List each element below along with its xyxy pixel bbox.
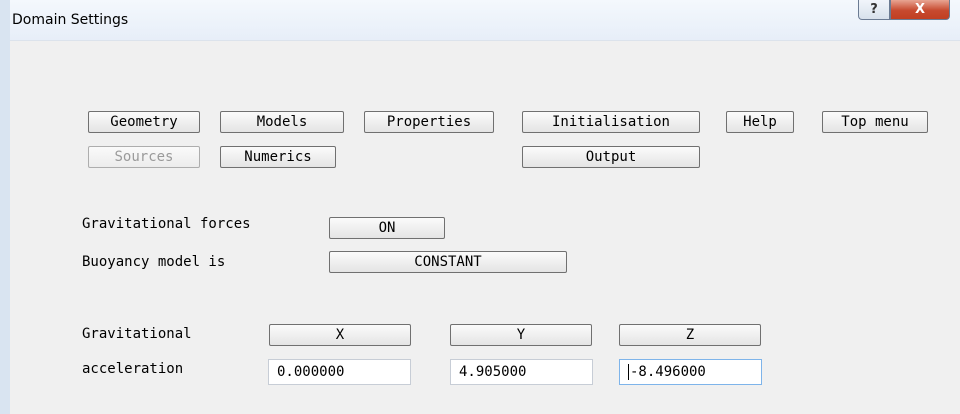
- gravitational-forces-toggle[interactable]: ON: [329, 217, 445, 239]
- geometry-button[interactable]: Geometry: [88, 111, 200, 133]
- gravitational-forces-label: Gravitational forces: [82, 216, 251, 232]
- sources-button: Sources: [88, 146, 200, 168]
- z-acceleration-input[interactable]: -8.496000: [619, 359, 762, 385]
- initialisation-button[interactable]: Initialisation: [522, 111, 700, 133]
- properties-button[interactable]: Properties: [364, 111, 494, 133]
- y-axis-button[interactable]: Y: [450, 324, 592, 346]
- x-acceleration-input[interactable]: 0.000000: [268, 359, 411, 385]
- models-button[interactable]: Models: [220, 111, 344, 133]
- help-icon[interactable]: ?: [858, 0, 890, 20]
- buoyancy-model-label: Buoyancy model is: [82, 254, 226, 270]
- dialog-content: Geometry Models Properties Initialisatio…: [10, 41, 960, 414]
- title-bar: Domain Settings ? X: [10, 0, 960, 41]
- text-caret: [628, 364, 629, 380]
- help-button[interactable]: Help: [726, 111, 794, 133]
- x-axis-button[interactable]: X: [269, 324, 411, 346]
- numerics-button[interactable]: Numerics: [220, 146, 336, 168]
- gravitational-acceleration-label: Gravitational: [82, 326, 192, 342]
- domain-settings-window: Domain Settings ? X Geometry Models Prop…: [0, 0, 960, 414]
- x-acceleration-value: 0.000000: [277, 364, 345, 380]
- close-icon[interactable]: X: [890, 0, 950, 20]
- y-acceleration-value: 4.905000: [459, 364, 527, 380]
- window-title: Domain Settings: [12, 12, 129, 28]
- output-button[interactable]: Output: [522, 146, 700, 168]
- top-menu-button[interactable]: Top menu: [822, 111, 928, 133]
- buoyancy-model-button[interactable]: CONSTANT: [329, 251, 567, 273]
- z-axis-button[interactable]: Z: [619, 324, 761, 346]
- acceleration-label: acceleration: [82, 361, 184, 377]
- z-acceleration-value: -8.496000: [630, 364, 706, 380]
- y-acceleration-input[interactable]: 4.905000: [450, 359, 593, 385]
